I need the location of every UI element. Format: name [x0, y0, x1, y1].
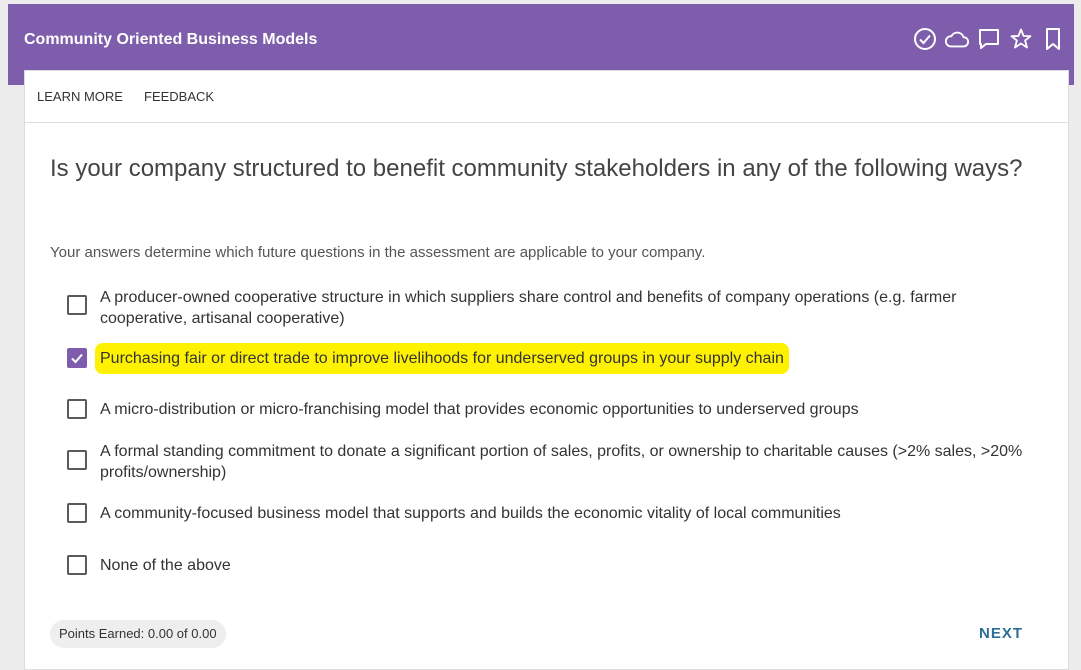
option-label: A community-focused business model that …: [100, 505, 841, 522]
checkbox[interactable]: [67, 450, 87, 470]
option-label: Purchasing fair or direct trade to impro…: [100, 348, 784, 369]
question-text: Is your company structured to benefit co…: [50, 155, 1023, 182]
checkbox-checked[interactable]: [67, 348, 87, 368]
helper-text: Your answers determine which future ques…: [50, 244, 706, 261]
points-badge: Points Earned: 0.00 of 0.00: [50, 620, 226, 648]
question-card: LEARN MORE FEEDBACK Is your company stru…: [24, 70, 1069, 670]
checkbox[interactable]: [67, 503, 87, 523]
option-label: A micro-distribution or micro-franchisin…: [100, 401, 859, 418]
check-circle-icon[interactable]: [912, 26, 938, 52]
comment-icon[interactable]: [976, 26, 1002, 52]
tab-bar: LEARN MORE FEEDBACK: [25, 71, 1068, 123]
bookmark-icon[interactable]: [1040, 26, 1066, 52]
checkbox[interactable]: [67, 555, 87, 575]
star-icon[interactable]: [1008, 26, 1034, 52]
checkmark-icon: [71, 353, 83, 364]
option-label: A producer-owned cooperative structure i…: [100, 289, 957, 327]
cloud-icon[interactable]: [944, 26, 970, 52]
tab-learn-more[interactable]: LEARN MORE: [37, 89, 123, 104]
header-actions: [912, 26, 1066, 52]
checkbox[interactable]: [67, 295, 87, 315]
page-title: Community Oriented Business Models: [24, 31, 318, 48]
next-button[interactable]: NEXT: [979, 625, 1023, 642]
option-label: A formal standing commitment to donate a…: [100, 443, 1023, 481]
tab-feedback[interactable]: FEEDBACK: [144, 89, 214, 104]
option-label: None of the above: [100, 557, 231, 574]
checkbox[interactable]: [67, 399, 87, 419]
